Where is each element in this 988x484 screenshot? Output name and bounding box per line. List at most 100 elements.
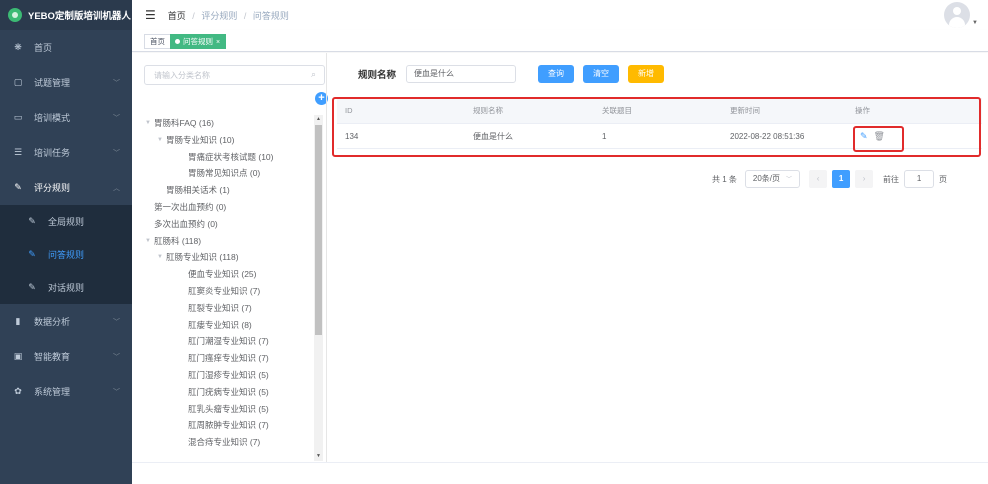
panel-divider bbox=[326, 53, 327, 463]
tree-node[interactable]: 肛门疣病专业知识 (5) bbox=[142, 384, 314, 401]
tree-node[interactable]: 胃痛症状考核试题 (10) bbox=[142, 149, 314, 166]
sidebar-item-label: 智能教育 bbox=[34, 352, 71, 362]
tree-node-label: 肛门潮湿专业知识 (7) bbox=[188, 336, 269, 347]
pagination-total: 共 1 条 bbox=[712, 174, 737, 184]
sidebar: YEBO定制版培训机器人 ❋ 首页 ▢ 试题管理 ﹀ ▭ 培训模式 ﹀ ☰ 培训… bbox=[0, 0, 132, 484]
scrollbar-thumb[interactable] bbox=[315, 125, 322, 335]
sidebar-item-label: 培训任务 bbox=[34, 148, 71, 158]
tree-node[interactable]: ▼ 肛肠科 (118) bbox=[142, 233, 314, 250]
tree-node[interactable]: 肛门湿疹专业知识 (5) bbox=[142, 367, 314, 384]
tree-node[interactable]: ▼ 胃肠科FAQ (16) bbox=[142, 115, 314, 132]
sidebar-item-system-management[interactable]: ✿ 系统管理 ﹀ bbox=[0, 374, 132, 409]
tree-node[interactable]: 胃肠相关话术 (1) bbox=[142, 182, 314, 199]
screen-icon: ▭ bbox=[13, 112, 23, 122]
page-number-button[interactable]: 1 bbox=[832, 170, 851, 188]
tree-node[interactable]: ▼ 肛肠专业知识 (118) bbox=[142, 249, 314, 266]
tree-node-label: 肛周脓肿专业知识 (7) bbox=[188, 420, 269, 431]
tag-home[interactable]: 首页 bbox=[144, 34, 171, 49]
chevron-down-icon: ﹀ bbox=[786, 177, 793, 183]
sidebar-item-question-management[interactable]: ▢ 试题管理 ﹀ bbox=[0, 65, 132, 100]
app-root: YEBO定制版培训机器人 ❋ 首页 ▢ 试题管理 ﹀ ▭ 培训模式 ﹀ ☰ 培训… bbox=[0, 0, 988, 484]
tree-node-label: 胃痛症状考核试题 (10) bbox=[188, 151, 274, 162]
category-tree: ▼ 胃肠科FAQ (16) ▼ 胃肠专业知识 (10) 胃痛症状考核试题 (10) 胃肠常… bbox=[142, 115, 314, 455]
navbar: ☰ 首页 / 评分规则 / 问答规则 ▼ bbox=[132, 0, 988, 30]
scroll-down-icon[interactable]: ▼ bbox=[314, 452, 323, 461]
search-button[interactable]: 查询 bbox=[538, 65, 575, 83]
scroll-up-icon[interactable]: ▲ bbox=[314, 115, 323, 124]
tree-node-label: 肛裂专业知识 (7) bbox=[188, 302, 252, 313]
tree-node[interactable]: 肛乳头瘤专业知识 (5) bbox=[142, 401, 314, 418]
tree-node-label: 肛门瘙痒专业知识 (7) bbox=[188, 353, 269, 364]
tree-node[interactable]: 第一次出血预约 (0) bbox=[142, 199, 314, 216]
gear-icon: ✿ bbox=[14, 386, 22, 396]
rule-name-label: 规则名称 bbox=[358, 70, 397, 81]
highlight-box-actions bbox=[853, 126, 904, 152]
breadcrumb-separator: / bbox=[192, 10, 195, 21]
tree-node[interactable]: ▼ 胃肠专业知识 (10) bbox=[142, 132, 314, 149]
caret-down-icon[interactable]: ▼ bbox=[145, 233, 151, 250]
scoring-rules-submenu: ✎ 全局规则 ✎ 问答规则 ✎ 对话规则 bbox=[0, 205, 132, 304]
sidebar-item-training-task[interactable]: ☰ 培训任务 ﹀ bbox=[0, 135, 132, 170]
rule-name-input[interactable]: 便血是什么 bbox=[406, 65, 517, 83]
page-size-select[interactable]: 20条/页 ﹀ bbox=[744, 170, 801, 188]
brand[interactable]: YEBO定制版培训机器人 bbox=[0, 0, 132, 30]
clear-button[interactable]: 清空 bbox=[583, 65, 620, 83]
tree-node[interactable]: 肛窦炎专业知识 (7) bbox=[142, 283, 314, 300]
tree-node-label: 肛瘘专业知识 (8) bbox=[188, 319, 252, 330]
sidebar-item-smart-education[interactable]: ▣ 智能教育 ﹀ bbox=[0, 339, 132, 374]
sidebar-item-dialog-rules[interactable]: ✎ 对话规则 bbox=[0, 271, 132, 304]
tree-node-label: 便血专业知识 (25) bbox=[188, 269, 257, 280]
tree-node-label: 肛肠专业知识 (118) bbox=[166, 252, 239, 263]
sidebar-item-label: 试题管理 bbox=[34, 78, 71, 88]
tree-node[interactable]: 肛裂专业知识 (7) bbox=[142, 300, 314, 317]
edit-icon: ✎ bbox=[28, 282, 36, 292]
caret-down-icon[interactable]: ▼ bbox=[145, 115, 151, 132]
close-icon[interactable]: × bbox=[216, 39, 220, 46]
hamburger-icon[interactable]: ☰ bbox=[145, 8, 156, 22]
tree-node[interactable]: 肛瘘专业知识 (8) bbox=[142, 317, 314, 334]
main-content: ⌕ + ▼胃肠科FAQ (16)▼胃肠专业知识 (10)胃痛症状考核试题 (10… bbox=[132, 53, 988, 484]
sidebar-item-qa-rules[interactable]: ✎ 问答规则 bbox=[0, 238, 132, 271]
tree-node-label: 肛肠科 (118) bbox=[154, 235, 202, 246]
tree-node[interactable]: 多次出血预约 (0) bbox=[142, 216, 314, 233]
dashboard-icon: ❋ bbox=[14, 42, 22, 52]
tree-node-label: 胃肠科FAQ (16) bbox=[154, 118, 214, 128]
tree-node[interactable]: 混合痔专业知识 (7) bbox=[142, 434, 314, 451]
caret-down-icon[interactable]: ▼ bbox=[157, 132, 163, 149]
next-page-button[interactable]: › bbox=[855, 170, 874, 188]
tree-node-label: 多次出血预约 (0) bbox=[154, 218, 218, 229]
caret-down-icon[interactable]: ▼ bbox=[157, 249, 163, 266]
tree-node[interactable]: 胃肠常见知识点 (0) bbox=[142, 165, 314, 182]
tree-node-label: 胃肠相关话术 (1) bbox=[166, 185, 230, 196]
prev-page-button[interactable]: ‹ bbox=[809, 170, 828, 188]
sidebar-item-home[interactable]: ❋ 首页 bbox=[0, 30, 132, 65]
chevron-down-icon: ﹀ bbox=[113, 388, 120, 396]
breadcrumb-home[interactable]: 首页 bbox=[168, 11, 186, 21]
tag-qa-rules[interactable]: 问答规则 × bbox=[170, 34, 227, 49]
pagination: 共 1 条 20条/页 ﹀ ‹ 1 › 前往 1 页 bbox=[712, 170, 947, 188]
category-search-input[interactable] bbox=[145, 66, 295, 84]
tree-node[interactable]: 肛门瘙痒专业知识 (7) bbox=[142, 350, 314, 367]
avatar[interactable] bbox=[944, 2, 971, 28]
sidebar-item-label: 数据分析 bbox=[34, 317, 71, 327]
chevron-down-icon: ﹀ bbox=[113, 318, 120, 326]
sidebar-item-training-mode[interactable]: ▭ 培训模式 ﹀ bbox=[0, 100, 132, 135]
sidebar-item-scoring-rules[interactable]: ✎ 评分规则 ︿ bbox=[0, 170, 132, 205]
tree-scrollbar[interactable]: ▲ ▼ bbox=[314, 115, 323, 461]
tree-node[interactable]: 肛门潮湿专业知识 (7) bbox=[142, 333, 314, 350]
footer-divider bbox=[132, 462, 988, 463]
user-menu[interactable]: ▼ bbox=[944, 2, 978, 28]
tree-node[interactable]: 肛周脓肿专业知识 (7) bbox=[142, 417, 314, 434]
edit-icon: ✎ bbox=[28, 216, 36, 226]
goto-page-input[interactable]: 1 bbox=[904, 170, 935, 188]
sidebar-item-global-rules[interactable]: ✎ 全局规则 bbox=[0, 205, 132, 238]
page-suffix: 页 bbox=[939, 174, 948, 184]
add-button[interactable]: 新增 bbox=[628, 65, 665, 83]
tree-node[interactable]: 便血专业知识 (25) bbox=[142, 266, 314, 283]
breadcrumb-parent: 评分规则 bbox=[201, 10, 238, 21]
tags-view: 首页 问答规则 × bbox=[132, 30, 988, 52]
chevron-up-icon: ︿ bbox=[113, 184, 120, 192]
search-icon[interactable]: ⌕ bbox=[311, 69, 316, 80]
sidebar-item-data-analysis[interactable]: ▮ 数据分析 ﹀ bbox=[0, 304, 132, 339]
monitor-icon: ▢ bbox=[13, 77, 23, 87]
